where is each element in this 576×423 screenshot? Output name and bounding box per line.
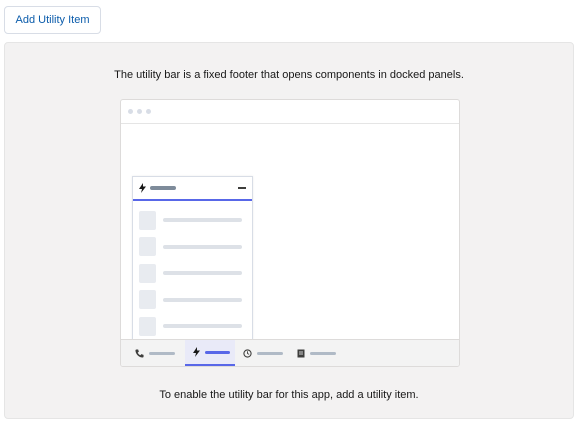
utility-item-phone bbox=[135, 340, 185, 366]
empty-state-instruction: To enable the utility bar for this app, … bbox=[159, 389, 419, 401]
minimize-icon bbox=[238, 187, 246, 189]
placeholder-text bbox=[163, 218, 242, 223]
phone-icon bbox=[135, 348, 144, 358]
window-dot bbox=[137, 109, 142, 114]
placeholder-text bbox=[310, 351, 336, 355]
illustration-utility-bar bbox=[121, 339, 459, 366]
placeholder-thumbnail bbox=[139, 316, 156, 336]
docked-panel-header bbox=[133, 177, 252, 201]
placeholder-thumbnail bbox=[139, 210, 156, 230]
clock-icon bbox=[243, 348, 252, 358]
window-dot bbox=[146, 109, 151, 114]
placeholder-text bbox=[163, 244, 242, 249]
list-item bbox=[139, 313, 242, 340]
placeholder-thumbnail bbox=[139, 263, 156, 283]
note-icon bbox=[297, 349, 305, 358]
placeholder-text bbox=[163, 324, 242, 329]
list-item bbox=[139, 260, 242, 287]
docked-panel-list bbox=[139, 207, 242, 340]
placeholder-text bbox=[163, 271, 242, 276]
utility-bar-empty-state: The utility bar is a fixed footer that o… bbox=[4, 42, 574, 419]
lightning-icon bbox=[193, 347, 200, 357]
utility-item-lightning bbox=[185, 340, 235, 366]
utility-item-note bbox=[297, 340, 347, 366]
window-dot bbox=[128, 109, 133, 114]
placeholder-title bbox=[150, 186, 176, 190]
empty-state-description: The utility bar is a fixed footer that o… bbox=[114, 69, 464, 81]
placeholder-thumbnail bbox=[139, 237, 156, 257]
placeholder-text bbox=[205, 350, 230, 354]
illustration-titlebar bbox=[121, 100, 459, 124]
placeholder-text bbox=[257, 351, 283, 355]
placeholder-text bbox=[163, 297, 242, 302]
utility-bar-illustration bbox=[120, 99, 460, 367]
add-utility-item-button[interactable]: Add Utility Item bbox=[4, 6, 101, 34]
placeholder-text bbox=[149, 351, 175, 355]
illustration-docked-panel bbox=[132, 176, 253, 344]
list-item bbox=[139, 287, 242, 314]
utility-item-clock bbox=[243, 340, 293, 366]
list-item bbox=[139, 234, 242, 261]
placeholder-thumbnail bbox=[139, 290, 156, 310]
list-item bbox=[139, 207, 242, 234]
lightning-icon bbox=[139, 183, 146, 193]
